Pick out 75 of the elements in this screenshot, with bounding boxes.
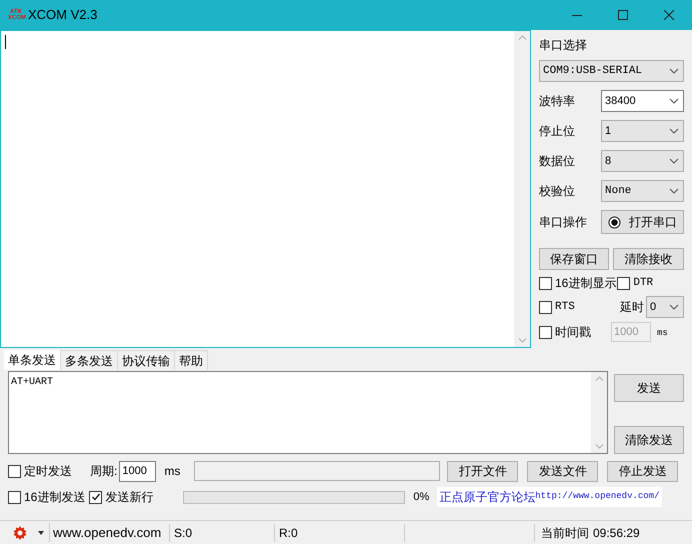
chevron-down-icon <box>669 304 679 310</box>
checkbox-label: 定时发送 <box>24 463 72 480</box>
chevron-down-icon <box>669 188 679 194</box>
minimize-icon <box>572 14 582 16</box>
tab[interactable]: 多条发送 <box>61 350 118 370</box>
unit-label: ms <box>164 463 180 480</box>
dropdown[interactable]: COM9:USB-SERIAL <box>539 60 684 82</box>
scroll-up-icon <box>518 35 526 40</box>
checkbox[interactable] <box>539 276 552 290</box>
setting-label: 串口操作 <box>539 214 587 231</box>
checkbox-label: RTS <box>555 300 575 315</box>
file-path-field[interactable] <box>194 461 440 481</box>
checkbox-label: DTR <box>633 276 654 291</box>
unit-label: ms <box>657 327 668 340</box>
checkbox[interactable] <box>8 464 21 478</box>
time-label: 当前时间 <box>534 524 589 542</box>
received-count: R:0 <box>274 524 404 542</box>
send-text: AT+UART <box>11 376 54 390</box>
dropdown[interactable]: 0 <box>646 296 684 318</box>
dropdown[interactable]: None <box>601 180 684 202</box>
forum-link[interactable]: http://www.openedv.com/ <box>535 490 660 504</box>
checkbox[interactable] <box>539 300 552 314</box>
send-button[interactable]: 发送 <box>614 374 684 402</box>
tab[interactable]: 单条发送 <box>4 350 61 370</box>
chevron-down-icon <box>669 68 679 74</box>
send-file-button[interactable]: 发送文件 <box>527 460 598 482</box>
period-label: 周期: <box>90 463 118 480</box>
maximize-icon <box>618 10 628 20</box>
window-title: XCOM V2.3 <box>28 6 98 24</box>
clear-receive-button[interactable]: 清除接收 <box>613 248 684 270</box>
current-time: 09:56:29 <box>593 524 640 542</box>
stop-send-button[interactable]: 停止发送 <box>607 460 678 482</box>
website-label: www.openedv.com <box>49 522 169 542</box>
open-file-button[interactable]: 打开文件 <box>447 460 518 482</box>
checkbox-label: 16进制发送 <box>24 489 86 506</box>
open-port-button[interactable]: 打开串口 <box>601 210 684 234</box>
checkbox[interactable] <box>8 490 21 504</box>
setting-label: 停止位 <box>539 123 575 140</box>
setting-label: 校验位 <box>539 183 575 200</box>
dropdown[interactable]: 1 <box>601 120 684 142</box>
tab[interactable]: 协议传输 <box>118 350 175 370</box>
checkbox[interactable] <box>89 490 102 504</box>
forum-name: 正点原子官方论坛 <box>439 489 536 506</box>
check-icon <box>90 492 101 502</box>
dropdown[interactable]: 38400 <box>601 90 684 112</box>
checkbox[interactable] <box>539 326 552 338</box>
chevron-down-icon <box>669 158 679 164</box>
scroll-down-icon <box>594 444 604 449</box>
panel-title: 串口选择 <box>539 37 588 52</box>
send-text-area[interactable]: AT+UART <box>8 371 608 454</box>
setting-label: 数据位 <box>539 153 575 170</box>
radio-icon <box>608 216 621 228</box>
checkbox[interactable] <box>617 276 630 290</box>
close-icon <box>664 10 674 20</box>
checkbox-label: 时间戳 <box>555 324 591 341</box>
checkbox-label: 16进制显示 <box>555 275 616 292</box>
checkbox-label: 发送新行 <box>105 489 154 506</box>
scrollbar[interactable] <box>514 31 530 347</box>
scroll-down-icon <box>518 338 526 343</box>
tab[interactable]: 帮助 <box>175 350 208 370</box>
scrollbar[interactable] <box>591 372 607 453</box>
clear-send-button[interactable]: 清除发送 <box>614 426 684 454</box>
dropdown[interactable]: 8 <box>601 150 684 172</box>
gear-icon[interactable] <box>12 524 28 540</box>
save-window-button[interactable]: 保存窗口 <box>539 248 609 270</box>
sent-count: S:0 <box>169 524 274 542</box>
progress-reading: 0% <box>413 490 430 505</box>
dropdown-arrow-icon[interactable] <box>38 530 44 534</box>
chevron-down-icon <box>669 98 679 104</box>
chevron-down-icon <box>669 128 679 134</box>
text-cursor <box>5 35 6 49</box>
setting-label: 波特率 <box>539 93 575 110</box>
scroll-up-icon <box>594 376 604 381</box>
period-field[interactable]: 1000 <box>119 460 156 482</box>
delay-label: 延时 <box>620 299 644 316</box>
